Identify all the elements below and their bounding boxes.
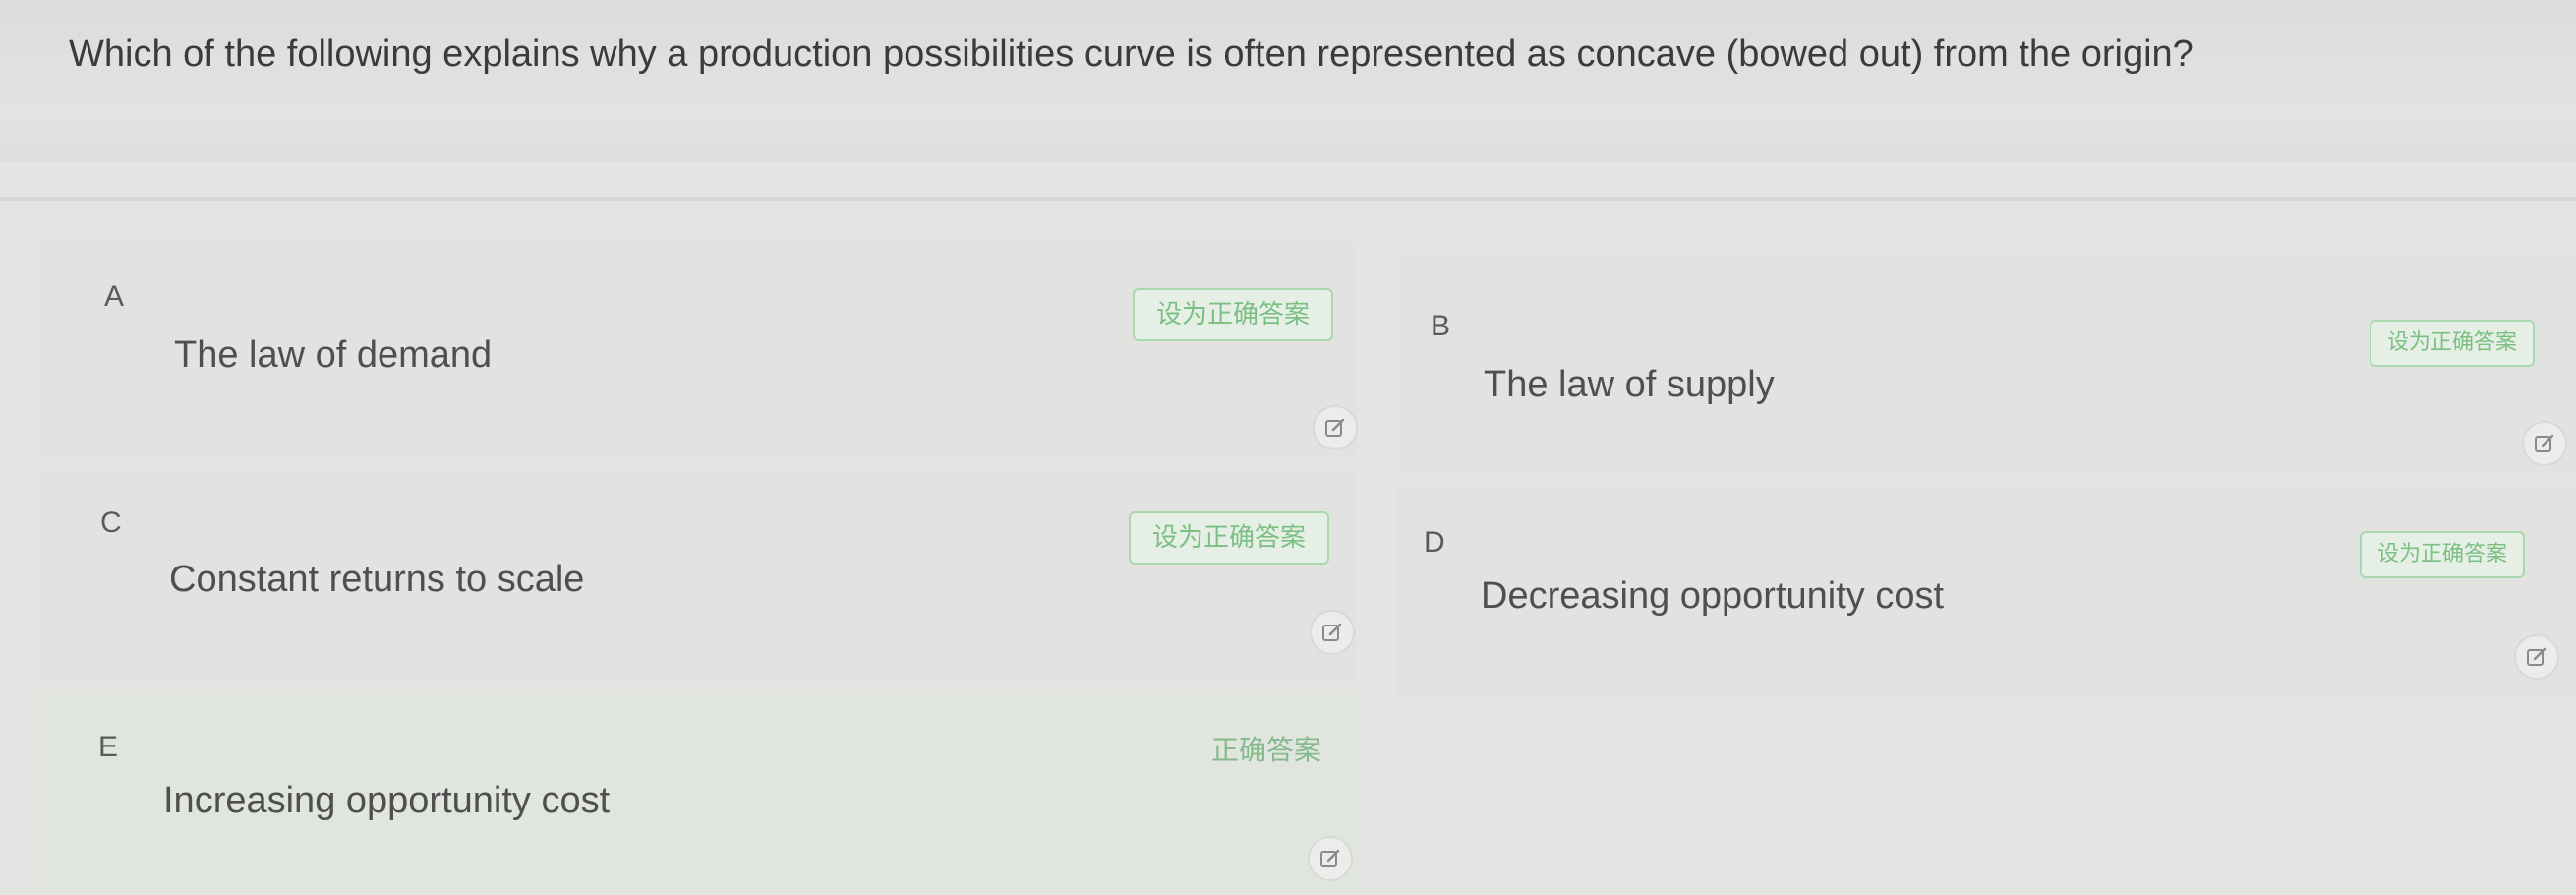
edit-button[interactable] — [1308, 836, 1353, 881]
option-letter: C — [100, 507, 122, 539]
option-text: Constant returns to scale — [169, 559, 585, 600]
set-correct-answer-button[interactable]: 设为正确答案 — [2370, 320, 2536, 367]
option-letter: A — [104, 280, 125, 313]
correct-answer-label: 正确答案 — [1211, 734, 1322, 766]
option-letter: E — [98, 731, 119, 763]
edit-icon — [1325, 418, 1345, 437]
edit-icon — [1322, 623, 1342, 641]
option-text: Increasing opportunity cost — [163, 780, 611, 821]
edit-button[interactable] — [1310, 610, 1355, 655]
option-text: The law of supply — [1484, 364, 1775, 405]
set-correct-answer-button[interactable]: 设为正确答案 — [2360, 531, 2526, 578]
option-e[interactable]: E Increasing opportunity cost 正确答案 — [39, 693, 1362, 895]
option-d[interactable]: D Decreasing opportunity cost 设为正确答案 — [1396, 487, 2576, 698]
answer-options: A The law of demand 设为正确答案 B The law of … — [0, 0, 2576, 895]
option-letter: B — [1431, 310, 1451, 342]
edit-button[interactable] — [2522, 421, 2567, 466]
option-a[interactable]: A The law of demand 设为正确答案 — [39, 241, 1358, 462]
edit-icon — [2535, 434, 2554, 452]
edit-icon — [1320, 849, 1340, 867]
option-b[interactable]: B The law of supply 设为正确答案 — [1401, 256, 2576, 477]
edit-button[interactable] — [1313, 405, 1358, 450]
edit-icon — [2527, 647, 2547, 666]
edit-button[interactable] — [2514, 634, 2559, 680]
option-text: Decreasing opportunity cost — [1481, 575, 1945, 617]
option-text: The law of demand — [174, 334, 493, 376]
set-correct-answer-button[interactable]: 设为正确答案 — [1129, 511, 1330, 565]
option-letter: D — [1424, 526, 1445, 559]
set-correct-answer-button[interactable]: 设为正确答案 — [1133, 288, 1334, 341]
option-c[interactable]: C Constant returns to scale 设为正确答案 — [39, 472, 1357, 684]
